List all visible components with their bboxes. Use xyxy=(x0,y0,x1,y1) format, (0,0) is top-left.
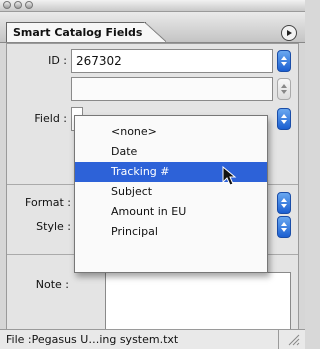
tab-edge xyxy=(144,22,166,42)
palette-menu-button[interactable] xyxy=(281,25,297,41)
menu-item-principal[interactable]: Principal xyxy=(75,222,267,242)
format-label: Format : xyxy=(25,196,71,209)
menu-item-date[interactable]: Date xyxy=(75,142,267,162)
field-stepper[interactable] xyxy=(277,108,291,130)
field-label: Field : xyxy=(34,112,67,125)
minimize-button[interactable] xyxy=(14,1,22,9)
id-field[interactable]: 267302 xyxy=(71,49,273,73)
mouse-cursor-icon xyxy=(222,166,237,186)
secondary-stepper[interactable] xyxy=(277,78,291,100)
resize-grip-icon[interactable] xyxy=(287,333,301,346)
play-arrow-icon xyxy=(287,30,292,36)
field-popup-menu: <none> Date Tracking # Subject Amount in… xyxy=(74,115,268,273)
menu-item-subject[interactable]: Subject xyxy=(75,182,267,202)
tab-bar: Smart Catalog Fields xyxy=(0,12,305,43)
style-label: Style : xyxy=(36,220,71,233)
zoom-button[interactable] xyxy=(25,1,33,9)
note-textarea[interactable] xyxy=(105,272,291,330)
style-stepper[interactable] xyxy=(277,216,291,238)
id-stepper[interactable] xyxy=(277,50,291,72)
menu-item-amount[interactable]: Amount in EU xyxy=(75,202,267,222)
secondary-field[interactable] xyxy=(71,77,273,101)
format-stepper[interactable] xyxy=(277,192,291,214)
menu-item-none[interactable]: <none> xyxy=(75,122,267,142)
note-label: Note : xyxy=(35,278,69,291)
id-label: ID : xyxy=(48,54,67,67)
close-button[interactable] xyxy=(3,1,11,9)
menu-item-tracking[interactable]: Tracking # xyxy=(75,162,267,182)
tab-smart-catalog-fields[interactable]: Smart Catalog Fields xyxy=(6,22,146,42)
status-bar: File :Pegasus U…ing system.txt xyxy=(0,329,305,349)
status-file-text: File :Pegasus U…ing system.txt xyxy=(6,333,179,346)
window-titlebar[interactable] xyxy=(0,0,305,12)
status-divider xyxy=(278,330,279,349)
tab-label: Smart Catalog Fields xyxy=(13,26,143,39)
